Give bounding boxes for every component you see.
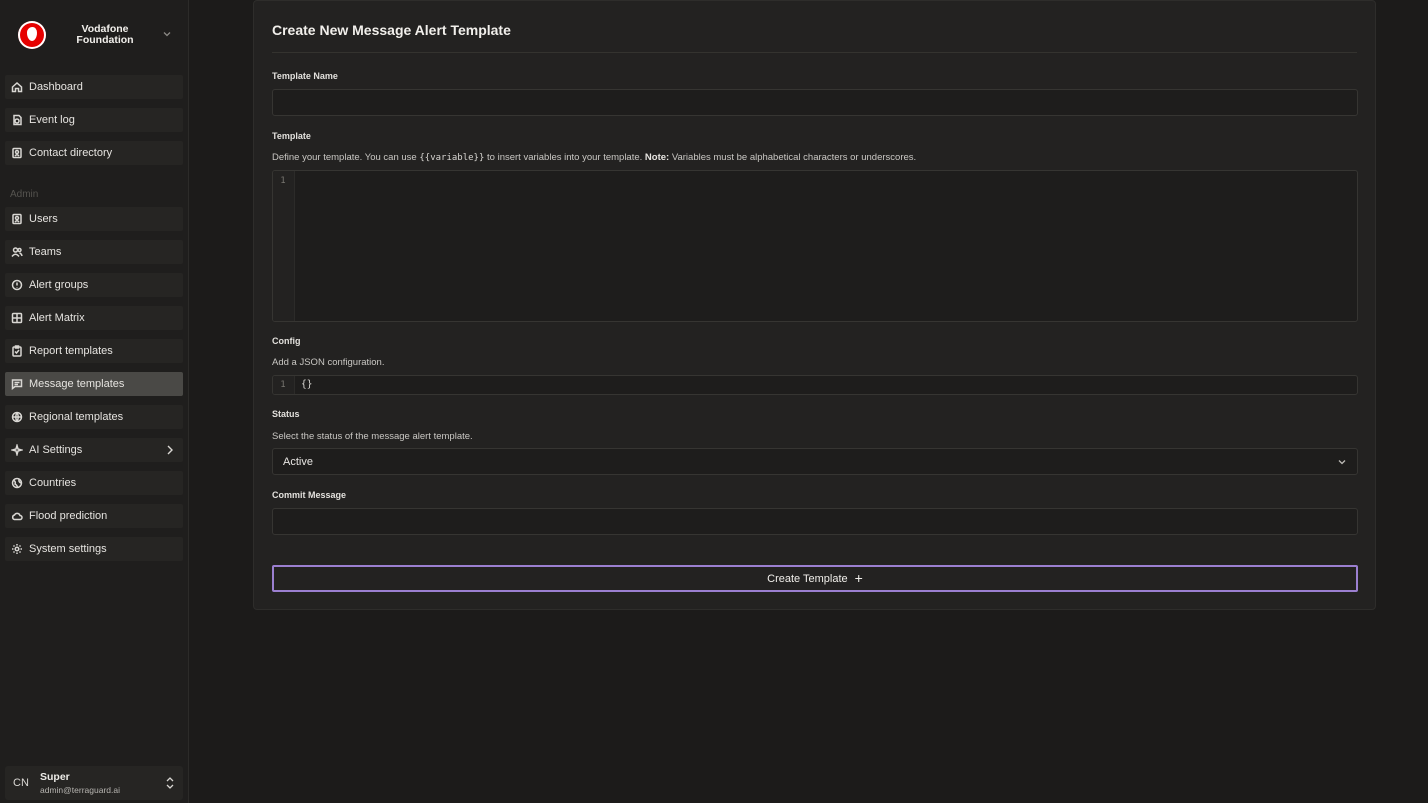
sidebar-item-alert-matrix[interactable]: Alert Matrix — [5, 306, 183, 330]
template-name-label: Template Name — [272, 71, 338, 81]
create-template-card: Create New Message Alert Template Templa… — [253, 0, 1376, 610]
template-label: Template — [272, 131, 311, 141]
sidebar-item-label: System settings — [29, 543, 107, 555]
chevrons-up-down-icon — [165, 776, 175, 790]
create-template-button[interactable]: Create Template + — [272, 565, 1358, 592]
gear-icon — [11, 543, 23, 555]
line-gutter — [273, 171, 295, 321]
vodafone-logo-icon — [18, 21, 46, 49]
sidebar-item-regional-templates[interactable]: Regional templates — [5, 405, 183, 429]
user-icon — [11, 213, 23, 225]
user-email: admin@terraguard.ai — [40, 784, 120, 795]
sidebar-item-label: Users — [29, 213, 58, 225]
event-log-icon — [11, 114, 23, 126]
help-text-part: Define your template. You can use — [272, 152, 420, 163]
divider — [272, 52, 1357, 53]
help-note-label: Note: — [644, 152, 670, 163]
alert-group-icon — [11, 279, 23, 291]
sidebar-item-label: Dashboard — [29, 81, 83, 93]
commit-message-input[interactable] — [272, 508, 1358, 535]
sidebar-item-users[interactable]: Users — [5, 207, 183, 231]
user-menu[interactable]: CN Super admin@terraguard.ai — [5, 766, 183, 800]
sidebar-item-report-templates[interactable]: Report templates — [5, 339, 183, 363]
sidebar-item-label: Teams — [29, 246, 62, 258]
sidebar-item-label: Contact directory — [29, 147, 113, 159]
avatar: CN — [13, 777, 29, 789]
sidebar-item-label: Alert Matrix — [29, 312, 85, 324]
admin-section-label: Admin — [10, 189, 39, 200]
sidebar-item-contact-directory[interactable]: Contact directory — [5, 141, 183, 165]
user-name: Super — [40, 770, 70, 783]
home-icon — [11, 81, 23, 93]
sidebar-item-label: Message templates — [29, 378, 125, 390]
variable-syntax-code: {{variable}} — [419, 153, 485, 163]
template-name-input[interactable] — [272, 89, 1358, 116]
sidebar-item-ai-settings[interactable]: AI Settings — [5, 438, 183, 462]
sidebar-item-label: Countries — [29, 477, 77, 489]
user-info: Super admin@terraguard.ai — [40, 771, 120, 796]
plus-icon: + — [854, 570, 863, 586]
help-text-part: to insert variables into your template. — [484, 152, 645, 163]
chevron-down-icon — [1337, 457, 1347, 467]
sidebar-item-dashboard[interactable]: Dashboard — [5, 75, 183, 99]
sidebar-item-label: Report templates — [29, 345, 113, 357]
contact-icon — [11, 147, 23, 159]
config-help-text: Add a JSON configuration. — [272, 357, 385, 368]
template-code-editor[interactable]: 1 — [272, 170, 1358, 322]
create-template-label: Create Template — [767, 572, 848, 585]
matrix-icon — [11, 312, 23, 324]
page-title: Create New Message Alert Template — [272, 22, 511, 38]
message-icon — [11, 378, 23, 390]
config-value: {} — [301, 379, 313, 390]
commit-message-label: Commit Message — [272, 490, 347, 500]
sidebar-item-label: Event log — [29, 114, 75, 126]
org-name-line2: Foundation — [76, 34, 134, 46]
sidebar-item-countries[interactable]: Countries — [5, 471, 183, 495]
status-selected-value: Active — [283, 455, 313, 468]
sidebar-item-event-log[interactable]: Event log — [5, 108, 183, 132]
globe-icon — [11, 411, 23, 423]
sidebar-item-flood-prediction[interactable]: Flood prediction — [5, 504, 183, 528]
org-name: Vodafone Foundation — [60, 24, 150, 46]
sidebar-item-label: Regional templates — [29, 411, 124, 423]
cloud-icon — [11, 510, 23, 522]
sidebar-item-label: Flood prediction — [29, 510, 108, 522]
status-label: Status — [272, 409, 300, 419]
sidebar: Vodafone Foundation Dashboard Event log … — [0, 0, 189, 803]
sparkles-icon — [11, 444, 23, 456]
chevron-down-icon — [162, 29, 172, 42]
sidebar-item-message-templates[interactable]: Message templates — [5, 372, 183, 396]
sidebar-item-system-settings[interactable]: System settings — [5, 537, 183, 561]
globe-alt-icon — [11, 477, 23, 489]
report-icon — [11, 345, 23, 357]
line-number: 1 — [280, 380, 286, 390]
org-switcher[interactable]: Vodafone Foundation — [6, 12, 182, 58]
sidebar-item-alert-groups[interactable]: Alert groups — [5, 273, 183, 297]
help-text-part: Variables must be alphabetical character… — [669, 152, 917, 163]
config-code-editor[interactable]: 1 {} — [272, 375, 1358, 395]
sidebar-item-teams[interactable]: Teams — [5, 240, 183, 264]
chevron-right-icon — [165, 443, 175, 460]
line-number: 1 — [280, 176, 286, 186]
status-select[interactable]: Active — [272, 448, 1358, 475]
template-help-text: Define your template. You can use {{vari… — [272, 152, 916, 163]
sidebar-item-label: Alert groups — [29, 279, 89, 291]
config-label: Config — [272, 336, 301, 346]
sidebar-item-label: AI Settings — [29, 444, 83, 456]
status-help-text: Select the status of the message alert t… — [272, 431, 473, 442]
teams-icon — [11, 246, 23, 258]
